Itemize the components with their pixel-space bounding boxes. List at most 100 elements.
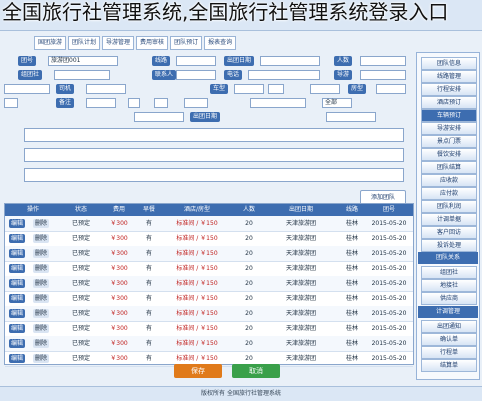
delete-button[interactable]: 删除 (33, 279, 50, 288)
table-row: 2015-05-20 桂林 天津旅游团 20 标准间 / ￥150 有 ￥300 已预定 编辑删… (5, 321, 413, 337)
sidebar-item[interactable]: 行程单 (421, 346, 477, 359)
table-row: 2015-05-20 桂林 天津旅游团 20 标准间 / ￥150 有 ￥300 已预定 编辑删… (5, 261, 413, 277)
people-input[interactable] (360, 56, 406, 66)
note-box[interactable] (24, 168, 404, 182)
delete-button[interactable]: 删除 (33, 249, 50, 258)
table-cell: 2015-05-20 (371, 340, 407, 347)
edit-button[interactable]: 编辑 (9, 324, 26, 333)
table-cell: 有 (145, 220, 152, 227)
sidebar-item[interactable]: 团队利润 (421, 200, 477, 213)
filter-input[interactable] (250, 98, 306, 108)
phone-input[interactable] (248, 70, 320, 80)
tab-item[interactable]: 报表查询 (204, 36, 237, 50)
delete-button[interactable]: 删除 (33, 264, 50, 273)
sidebar-item[interactable]: 地接社 (421, 279, 477, 292)
edit-button[interactable]: 编辑 (9, 234, 26, 243)
table-cell: 天津旅游团 (285, 250, 316, 257)
sidebar-item[interactable]: 餐饮安排 (421, 148, 477, 161)
room-type-input[interactable] (376, 84, 406, 94)
table-cell: 已预定 (71, 340, 90, 347)
sidebar-item[interactable]: 客户回访 (421, 226, 477, 239)
sidebar-item[interactable]: 酒店预订 (421, 96, 477, 109)
table-cell: 天津旅游团 (285, 295, 316, 302)
date-input[interactable] (260, 56, 320, 66)
table-cell: 标准间 / ￥150 (176, 220, 218, 227)
sidebar: 团队信息 线路管理 行程安排 酒店预订 车辆预订 导游安排 景点门票 餐饮安排 … (416, 52, 480, 380)
agency-input[interactable] (54, 70, 110, 80)
save-button[interactable]: 保存 (174, 364, 222, 378)
delete-button[interactable]: 删除 (33, 309, 50, 318)
sidebar-item[interactable]: 组团社 (421, 266, 477, 279)
table-cell: ￥300 (110, 220, 128, 227)
small-input[interactable] (154, 98, 168, 108)
sidebar-item[interactable]: 投诉处理 (421, 239, 477, 252)
date-filter-input[interactable] (326, 112, 376, 122)
form-label: 人数 (334, 56, 353, 66)
filter-select[interactable]: 全部 (322, 98, 352, 108)
delete-button[interactable]: 删除 (33, 339, 50, 348)
edit-button[interactable]: 编辑 (9, 354, 26, 363)
sidebar-item-active[interactable]: 车辆预订 (421, 109, 477, 122)
team-number-input[interactable]: 旅游团001 (48, 56, 118, 66)
sidebar-item[interactable]: 团队结算 (421, 161, 477, 174)
contact-input[interactable] (176, 70, 216, 80)
tab-item[interactable]: 团队预订 (170, 36, 203, 50)
table-cell: 有 (145, 355, 152, 362)
sidebar-item[interactable]: 景点门票 (421, 135, 477, 148)
delete-button[interactable]: 删除 (33, 294, 50, 303)
note-box[interactable] (24, 128, 404, 142)
table-cell: 桂林 (345, 250, 358, 257)
table-cell: 20 (245, 325, 253, 332)
cancel-button[interactable]: 取消 (232, 364, 280, 378)
form-label: 备注 (56, 98, 75, 108)
route-input[interactable] (176, 56, 216, 66)
delete-button[interactable]: 删除 (33, 234, 50, 243)
edit-button[interactable]: 编辑 (9, 309, 26, 318)
edit-button[interactable]: 编辑 (9, 249, 26, 258)
misc-input[interactable] (4, 98, 18, 108)
table-cell: 有 (145, 340, 152, 347)
edit-button[interactable]: 编辑 (9, 219, 26, 228)
driver-name-input[interactable] (86, 84, 126, 94)
delete-button[interactable]: 删除 (33, 219, 50, 228)
vehicle-seat-input[interactable] (268, 84, 284, 94)
table-header: 团号 线路 出团日期 人数 酒店/房型 早餐 费用 状态 操作 (5, 204, 413, 216)
edit-button[interactable]: 编辑 (9, 264, 26, 273)
form-label: 司机 (56, 84, 75, 94)
tab-item[interactable]: 国团旅游 (34, 36, 67, 50)
table-cell: ￥300 (110, 310, 128, 317)
vehicle-input[interactable] (234, 84, 264, 94)
sidebar-item[interactable]: 导游安排 (421, 122, 477, 135)
tab-item[interactable]: 费用审核 (136, 36, 169, 50)
sidebar-item[interactable]: 计调单据 (421, 213, 477, 226)
sidebar-item[interactable]: 出团通知 (421, 320, 477, 333)
note-box[interactable] (24, 148, 404, 162)
sidebar-item[interactable]: 供应商 (421, 292, 477, 305)
table-cell: 有 (145, 235, 152, 242)
edit-button[interactable]: 编辑 (9, 339, 26, 348)
small-input[interactable] (184, 98, 208, 108)
sidebar-item[interactable]: 线路管理 (421, 70, 477, 83)
driver-input[interactable] (4, 84, 50, 94)
sidebar-item[interactable]: 应收款 (421, 174, 477, 187)
edit-button[interactable]: 编辑 (9, 279, 26, 288)
remark-input[interactable] (86, 98, 116, 108)
delete-button[interactable]: 删除 (33, 354, 50, 363)
table-cell: 桂林 (345, 265, 358, 272)
guide-input[interactable] (360, 70, 406, 80)
form-label: 导游 (334, 70, 353, 80)
sidebar-item[interactable]: 应付款 (421, 187, 477, 200)
table-cell: ￥300 (110, 250, 128, 257)
edit-button[interactable]: 编辑 (9, 294, 26, 303)
delete-button[interactable]: 删除 (33, 324, 50, 333)
sidebar-item[interactable]: 行程安排 (421, 83, 477, 96)
seat-input[interactable] (310, 84, 340, 94)
sidebar-item[interactable]: 确认单 (421, 333, 477, 346)
tab-item[interactable]: 团队计划 (68, 36, 101, 50)
tab-item[interactable]: 导游管理 (102, 36, 135, 50)
small-input[interactable] (128, 98, 140, 108)
sidebar-item[interactable]: 团队信息 (421, 57, 477, 70)
table-cell: 有 (145, 325, 152, 332)
search-input[interactable] (134, 112, 184, 122)
sidebar-item[interactable]: 结算单 (421, 359, 477, 372)
